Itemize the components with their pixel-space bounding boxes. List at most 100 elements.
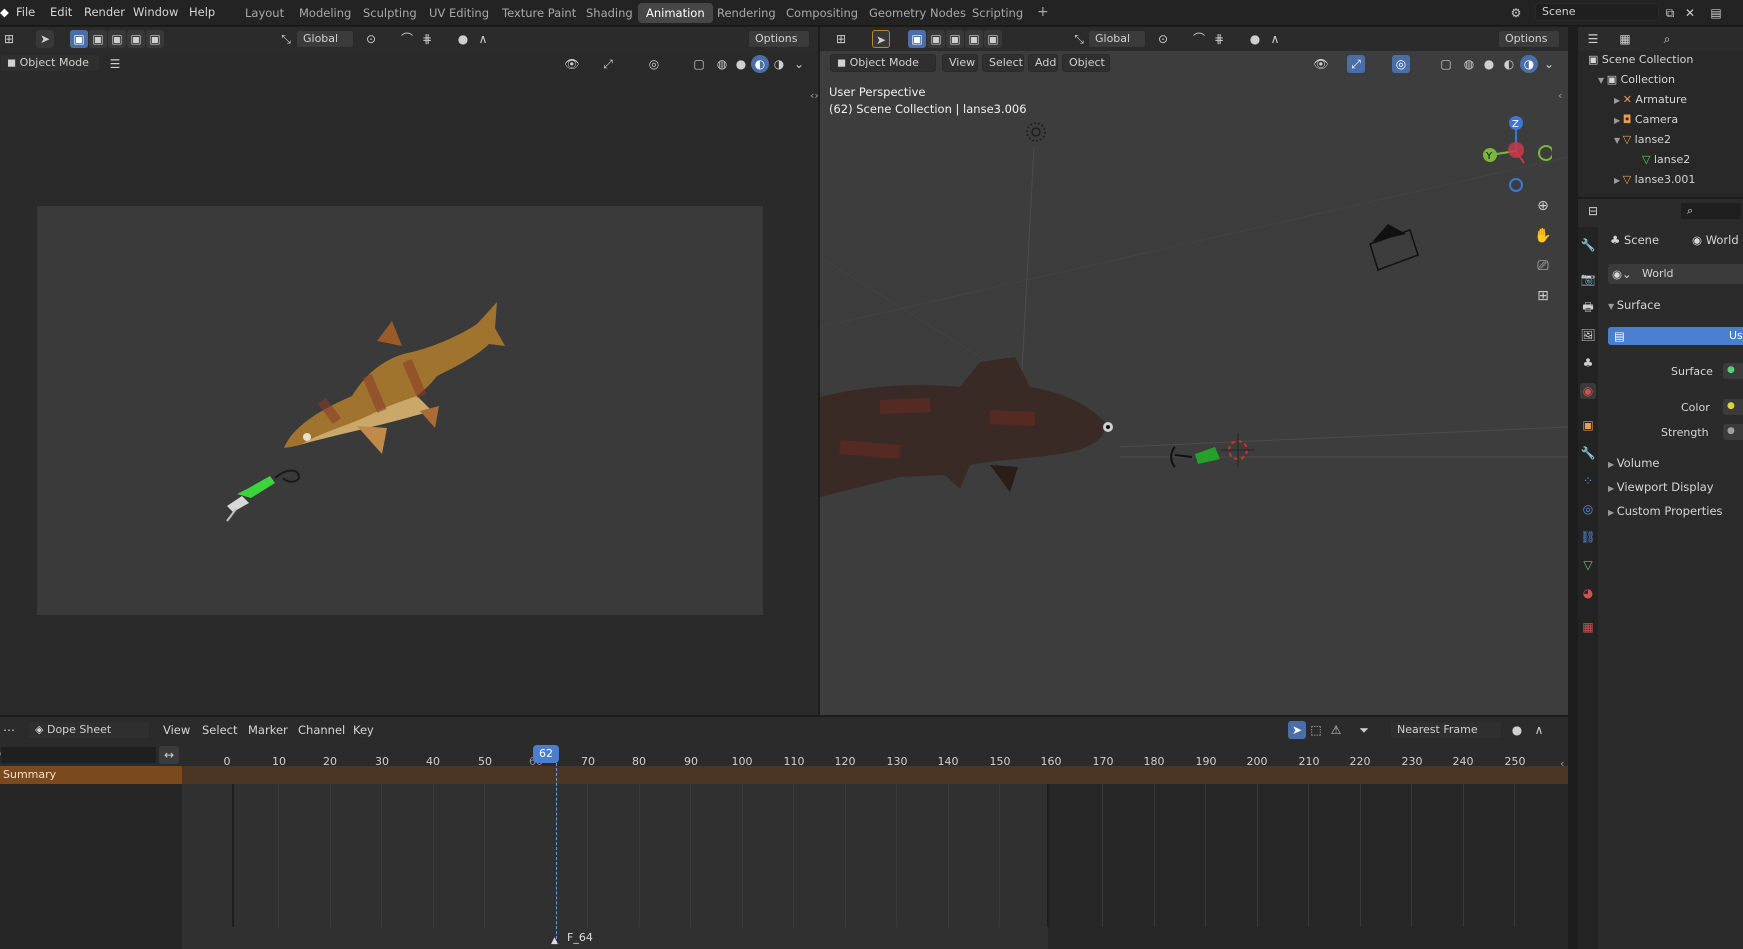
modifier-tab-icon[interactable]: 🔧 <box>1580 445 1596 461</box>
expand-triangle-icon[interactable]: ▶ <box>1614 176 1623 185</box>
outliner-collection[interactable]: ▼ ▣ Collection <box>1598 73 1675 91</box>
shading-options-icon[interactable]: ⌄ <box>790 55 808 73</box>
transform-orientation-dropdown[interactable]: Global <box>296 30 354 48</box>
select-subtract-icon[interactable]: ▣ <box>108 30 126 48</box>
rendered-shading-icon-right[interactable]: ◑ <box>1520 55 1538 73</box>
ds-menu-select[interactable]: Select <box>202 723 237 737</box>
select-new-icon-right[interactable]: ▣ <box>908 30 926 48</box>
expand-triangle-icon[interactable]: ▶ <box>1614 96 1623 105</box>
output-tab-icon[interactable]: 🖶 <box>1580 299 1596 315</box>
editor-type-icon-right[interactable]: ⊞ <box>832 30 850 48</box>
solid-shading-icon[interactable]: ● <box>732 55 750 73</box>
object-tab-icon[interactable]: ▣ <box>1580 417 1596 433</box>
surface-panel-header[interactable]: ▼ Surface <box>1608 298 1661 312</box>
select-invert-icon[interactable]: ▣ <box>127 30 145 48</box>
tab-geometry-nodes[interactable]: Geometry Nodes <box>861 3 974 23</box>
menu-edit[interactable]: Edit <box>50 5 72 19</box>
left-3d-viewport[interactable]: ⊞ ➤ ▣ ▣ ▣ ▣ ▣ ⤡ Global ⊙ ⌒ ⋕ ● ∧ Options… <box>0 27 819 715</box>
material-tab-icon[interactable]: ◕ <box>1580 585 1596 601</box>
ds-menu-channel[interactable]: Channel <box>298 723 345 737</box>
add-workspace-button[interactable]: + <box>1029 1 1057 21</box>
particles-tab-icon[interactable]: ⁘ <box>1580 473 1596 489</box>
menu-select-right[interactable]: Select <box>982 54 1024 72</box>
ds-menu-marker[interactable]: Marker <box>248 723 288 737</box>
pivot-point-icon-right[interactable]: ⊙ <box>1154 30 1172 48</box>
blender-logo-icon[interactable]: ◆ <box>0 5 9 19</box>
mode-dropdown-left[interactable]: ◼ Object Mode <box>0 54 100 72</box>
delete-scene-icon[interactable]: ✕ <box>1681 4 1699 22</box>
marker-triangle-icon[interactable]: ▲ <box>551 936 558 946</box>
select-tool-icon[interactable]: ➤ <box>36 30 54 48</box>
collapse-triangle-icon[interactable]: ▼ <box>1614 136 1623 145</box>
outliner-search-icon[interactable]: ⌕ <box>1658 30 1676 48</box>
playhead-line[interactable] <box>556 763 557 944</box>
properties-editor-icon[interactable]: ⊟ <box>1584 202 1602 220</box>
tab-texture-paint[interactable]: Texture Paint <box>494 3 584 23</box>
navigation-gizmo[interactable]: Z Y <box>1472 85 1552 195</box>
menu-render[interactable]: Render <box>84 5 125 19</box>
outliner-item-lanse2[interactable]: ▼ ▽ lanse2 <box>1614 133 1671 151</box>
options-dropdown-left[interactable]: Options <box>748 30 810 48</box>
xray-toggle-icon[interactable]: ▢ <box>690 55 708 73</box>
ds-sidebar-toggle-icon[interactable]: ‹ <box>1560 757 1564 770</box>
data-tab-icon[interactable]: ▽ <box>1580 557 1596 573</box>
tab-modeling[interactable]: Modeling <box>291 3 359 23</box>
channel-search-input[interactable] <box>0 746 157 764</box>
texture-tab-icon[interactable]: ▦ <box>1580 619 1596 635</box>
surface-shader-socket-icon[interactable]: ● <box>1723 363 1743 379</box>
transform-orientation-dropdown-right[interactable]: Global <box>1088 30 1146 48</box>
select-new-icon[interactable]: ▣ <box>70 30 88 48</box>
timeline-marker-label[interactable]: F_64 <box>567 931 593 944</box>
proportional-editing-icon[interactable]: ● <box>454 30 472 48</box>
mode-dropdown-right[interactable]: ◼ Object Mode <box>830 54 936 72</box>
outliner-scene-collection[interactable]: ▣ Scene Collection <box>1588 53 1693 71</box>
outliner-item-lanse2-mesh[interactable]: ▽ lanse2 <box>1642 153 1690 171</box>
select-invert-icon-right[interactable]: ▣ <box>965 30 983 48</box>
xray-toggle-icon-right[interactable]: ▢ <box>1437 55 1455 73</box>
tab-layout[interactable]: Layout <box>237 3 292 23</box>
menu-object-right[interactable]: Object <box>1062 54 1110 72</box>
select-extend-icon[interactable]: ▣ <box>89 30 107 48</box>
properties-search-field[interactable]: ⌕ <box>1680 202 1742 220</box>
menu-add-right[interactable]: Add <box>1028 54 1058 72</box>
use-nodes-button[interactable]: ▤ Us <box>1608 327 1743 345</box>
scene-tab-icon[interactable]: ♣ <box>1580 355 1596 371</box>
tab-compositing[interactable]: Compositing <box>778 3 866 23</box>
sidebar-toggle-icon[interactable]: ‹ <box>1558 89 1562 102</box>
outliner-item-camera[interactable]: ▶ ◘ Camera <box>1614 113 1678 131</box>
snap-target-icon[interactable]: ⋕ <box>418 30 436 48</box>
view-layer-icon[interactable]: ▤ <box>1707 4 1725 22</box>
hamburger-menu-icon[interactable]: ☰ <box>106 55 124 73</box>
wireframe-shading-icon-right[interactable]: ◍ <box>1460 55 1478 73</box>
visibility-icon-right[interactable]: 👁 <box>1312 55 1330 73</box>
zoom-icon[interactable]: ⊕ <box>1534 197 1552 215</box>
tab-sculpting[interactable]: Sculpting <box>355 3 425 23</box>
view-layer-tab-icon[interactable]: 🖼 <box>1580 327 1596 343</box>
wireframe-shading-icon[interactable]: ◍ <box>713 55 731 73</box>
rendered-shading-icon[interactable]: ◑ <box>770 55 788 73</box>
falloff-icon-ds[interactable]: ∧ <box>1530 721 1548 739</box>
editor-type-icon-dopesheet[interactable]: ⋯ <box>0 721 18 739</box>
tab-rendering[interactable]: Rendering <box>709 3 784 23</box>
right-3d-viewport[interactable]: ⊞ ➤ ▣ ▣ ▣ ▣ ▣ ⤡ Global ⊙ ⌒ ⋕ ● ∧ Options… <box>820 27 1568 715</box>
select-subtract-icon-right[interactable]: ▣ <box>946 30 964 48</box>
snapping-dropdown[interactable]: Nearest Frame <box>1390 721 1502 739</box>
gizmo-toggle-icon[interactable]: ⤢ <box>599 55 617 73</box>
tab-shading[interactable]: Shading <box>578 3 641 23</box>
current-frame-indicator[interactable]: 62 <box>533 745 559 763</box>
menu-file[interactable]: File <box>16 5 35 19</box>
new-scene-icon[interactable]: ⧉ <box>1661 4 1679 22</box>
overlay-toggle-icon-right[interactable]: ◎ <box>1392 55 1410 73</box>
render-tab-icon[interactable]: 📷 <box>1580 271 1596 287</box>
ds-menu-key[interactable]: Key <box>353 723 374 737</box>
custom-properties-panel-header[interactable]: ▶ Custom Properties <box>1608 504 1723 518</box>
display-mode-icon[interactable]: ▦ <box>1616 30 1634 48</box>
proportional-editing-icon-right[interactable]: ● <box>1246 30 1264 48</box>
falloff-icon[interactable]: ∧ <box>474 30 492 48</box>
only-selected-icon[interactable]: ➤ <box>1288 721 1306 739</box>
ds-menu-view[interactable]: View <box>163 723 190 737</box>
summary-channel[interactable]: Summary <box>0 766 182 784</box>
select-extend-icon-right[interactable]: ▣ <box>927 30 945 48</box>
solid-shading-icon-right[interactable]: ● <box>1480 55 1498 73</box>
shading-options-icon-right[interactable]: ⌄ <box>1540 55 1558 73</box>
